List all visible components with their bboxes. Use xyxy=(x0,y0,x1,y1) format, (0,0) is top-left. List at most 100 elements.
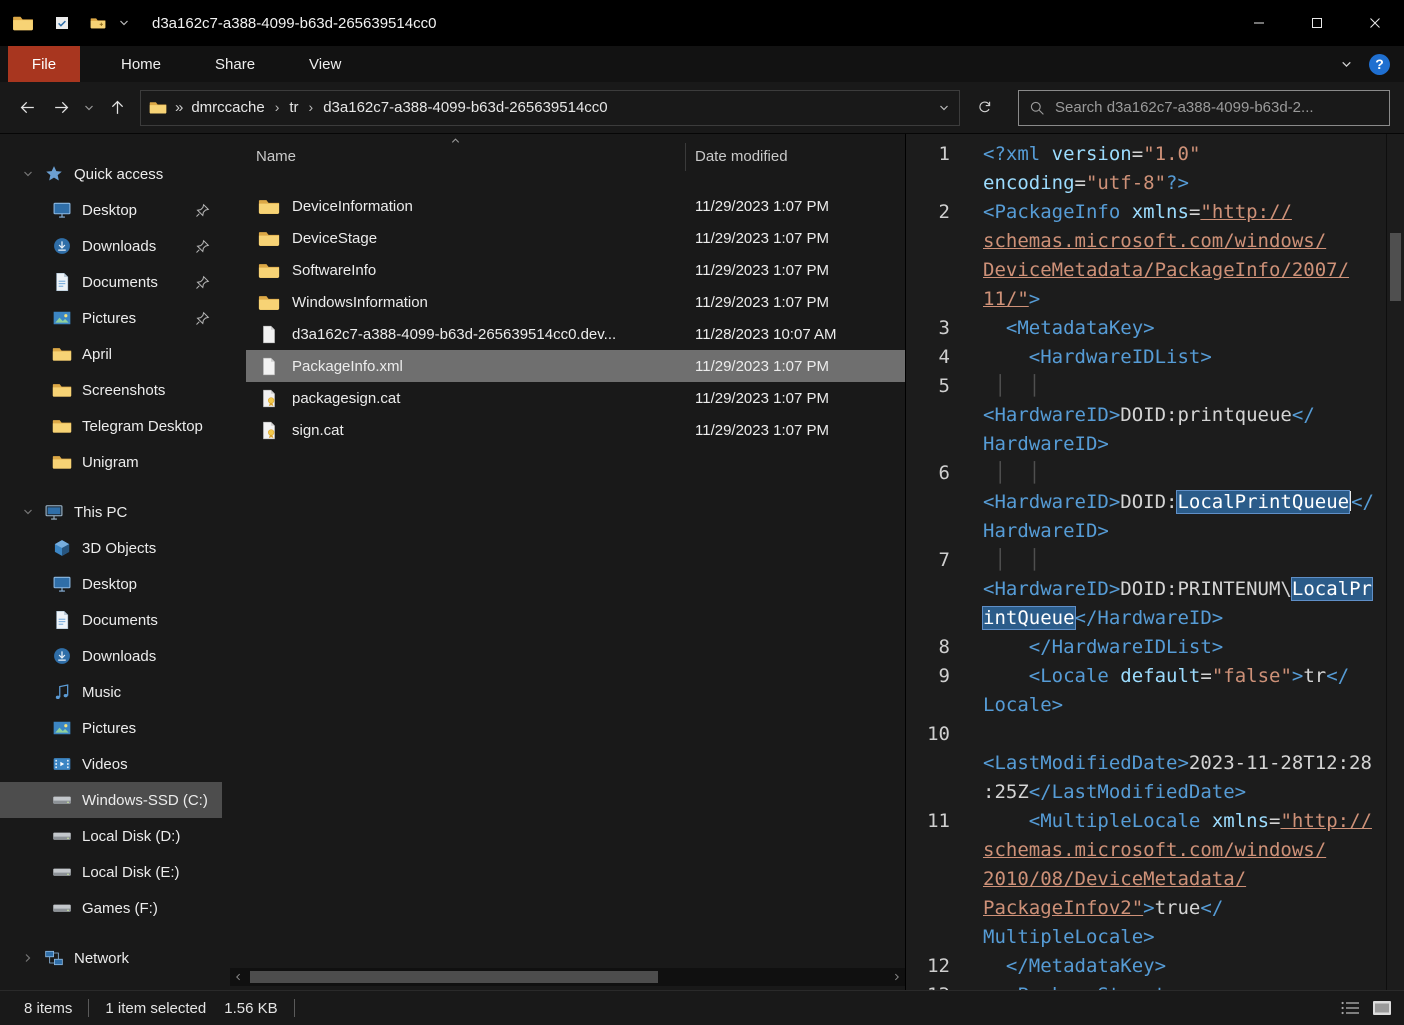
line-number: 2 xyxy=(906,198,950,227)
sidebar-item-pictures[interactable]: Pictures xyxy=(0,300,222,336)
minimize-button[interactable] xyxy=(1230,0,1288,46)
address-bar[interactable]: » dmrccache›tr›d3a162c7-a388-4099-b63d-2… xyxy=(140,90,960,126)
column-header-date[interactable]: Date modified xyxy=(695,148,788,165)
refresh-icon xyxy=(976,99,993,116)
sidebar-item-videos[interactable]: Videos xyxy=(0,746,222,782)
ribbon-tab-home[interactable]: Home xyxy=(94,46,188,82)
file-row-softwareinfo[interactable]: SoftwareInfo11/29/2023 1:07 PM xyxy=(246,254,905,286)
breadcrumb-segment-tr[interactable]: tr xyxy=(289,99,298,116)
sidebar-item-local-disk-e[interactable]: Local Disk (E:) xyxy=(0,854,222,890)
network-icon xyxy=(44,948,64,968)
search-box[interactable] xyxy=(1018,90,1390,126)
file-row-packageinfo-xml[interactable]: PackageInfo.xml11/29/2023 1:07 PM xyxy=(246,350,905,382)
close-button[interactable] xyxy=(1346,0,1404,46)
sidebar-section-quick-access: Quick accessDesktopDownloadsDocumentsPic… xyxy=(0,156,222,480)
desktop-icon xyxy=(52,574,72,594)
sidebar-item-documents[interactable]: Documents xyxy=(0,264,222,300)
explorer-window: d3a162c7-a388-4099-b63d-265639514cc0 Fil… xyxy=(0,0,1404,1025)
vscroll-thumb[interactable] xyxy=(1390,233,1401,301)
code-line-9: 9 <Locale default="false">tr</​Locale> xyxy=(906,662,1386,720)
hscroll-thumb[interactable] xyxy=(250,971,658,983)
thumbnails-view-icon xyxy=(1372,1000,1392,1016)
sidebar-item-label: Games (F:) xyxy=(82,900,158,917)
maximize-icon xyxy=(1311,17,1323,29)
sidebar-item-documents[interactable]: Documents xyxy=(0,602,222,638)
file-row-sign-cat[interactable]: sign.cat11/29/2023 1:07 PM xyxy=(246,414,905,446)
sidebar-item-april[interactable]: April xyxy=(0,336,222,372)
refresh-button[interactable] xyxy=(964,90,1004,126)
maximize-button[interactable] xyxy=(1288,0,1346,46)
sidebar-item-screenshots[interactable]: Screenshots xyxy=(0,372,222,408)
xml-code: 1<?xml version="1.0" encoding="utf-⁠8"?>… xyxy=(906,140,1386,990)
sidebar-item-telegram-desktop[interactable]: Telegram Desktop xyxy=(0,408,222,444)
sidebar-item-windows-ssd-c[interactable]: Windows-SSD (C:) xyxy=(0,782,222,818)
file-row-d3a162c7-a388-4099-b63d-265639514cc0-dev[interactable]: d3a162c7-a388-4099-b63d-265639514cc0.dev… xyxy=(246,318,905,350)
folder-icon xyxy=(52,452,72,472)
sidebar-item-this-pc[interactable]: This PC xyxy=(0,494,222,530)
ribbon: File HomeShareView ? xyxy=(0,46,1404,82)
breadcrumb-segment-d3a162c7-a388-4099-b63d-265639514cc0[interactable]: d3a162c7-a388-4099-b63d-265639514cc0 xyxy=(323,99,607,116)
code-text: <PackageInfo xmlns="http:/​/​schemas.mic… xyxy=(983,198,1377,314)
documents-icon xyxy=(52,272,72,292)
file-date-modified: 11/29/2023 1:07 PM xyxy=(695,294,829,311)
file-row-devicestage[interactable]: DeviceStage11/29/2023 1:07 PM xyxy=(246,222,905,254)
sidebar-item-pictures[interactable]: Pictures xyxy=(0,710,222,746)
sidebar-item-downloads[interactable]: Downloads xyxy=(0,638,222,674)
file-icon xyxy=(258,325,280,344)
column-divider[interactable] xyxy=(685,143,686,171)
qat-customize-icon[interactable] xyxy=(118,17,130,29)
breadcrumb-overflow[interactable]: » xyxy=(167,99,191,116)
address-folder-icon xyxy=(149,100,167,115)
sidebar-item-unigram[interactable]: Unigram xyxy=(0,444,222,480)
column-header-name[interactable]: Name xyxy=(256,148,296,165)
cat-icon xyxy=(258,389,280,408)
sidebar-item-downloads[interactable]: Downloads xyxy=(0,228,222,264)
up-arrow-icon xyxy=(108,98,127,117)
sidebar-item-quick-access[interactable]: Quick access xyxy=(0,156,222,192)
file-row-windowsinformation[interactable]: WindowsInformation11/29/2023 1:07 PM xyxy=(246,286,905,318)
qat-properties-icon[interactable] xyxy=(54,15,70,31)
sidebar-item-local-disk-d[interactable]: Local Disk (D:) xyxy=(0,818,222,854)
sidebar-item-label: Desktop xyxy=(82,576,137,593)
horizontal-scrollbar[interactable] xyxy=(230,968,905,986)
scroll-left-button[interactable] xyxy=(230,968,246,986)
ribbon-tab-share[interactable]: Share xyxy=(188,46,282,82)
file-date-modified: 11/29/2023 1:07 PM xyxy=(695,422,829,439)
breadcrumb-segment-dmrccache[interactable]: dmrccache xyxy=(191,99,264,116)
line-number: 7 xyxy=(906,546,950,575)
hscroll-track[interactable] xyxy=(246,968,889,986)
recent-locations-button[interactable] xyxy=(78,91,100,125)
sidebar-item-music[interactable]: Music xyxy=(0,674,222,710)
status-divider xyxy=(88,999,89,1017)
chevron-down-icon[interactable] xyxy=(22,168,34,180)
sidebar-item-games-f[interactable]: Games (F:) xyxy=(0,890,222,926)
line-number: 9 xyxy=(906,662,950,691)
file-row-deviceinformation[interactable]: DeviceInformation11/29/2023 1:07 PM xyxy=(246,190,905,222)
qat-new-folder-icon[interactable] xyxy=(90,15,106,31)
file-row-packagesign-cat[interactable]: packagesign.cat11/29/2023 1:07 PM xyxy=(246,382,905,414)
sidebar-item-3d-objects[interactable]: 3D Objects xyxy=(0,530,222,566)
sidebar-item-network[interactable]: Network xyxy=(0,940,222,976)
search-input[interactable] xyxy=(1055,99,1379,116)
file-name: WindowsInformation xyxy=(292,294,692,311)
forward-button[interactable] xyxy=(44,91,78,125)
ribbon-file-tab[interactable]: File xyxy=(8,46,80,82)
view-thumbnails-button[interactable] xyxy=(1366,995,1398,1022)
search-icon xyxy=(1029,100,1045,116)
vertical-scrollbar[interactable] xyxy=(1386,134,1404,990)
sidebar-item-desktop[interactable]: Desktop xyxy=(0,192,222,228)
help-button[interactable]: ? xyxy=(1369,54,1390,75)
back-button[interactable] xyxy=(10,91,44,125)
view-details-button[interactable] xyxy=(1334,995,1366,1022)
sidebar-item-desktop[interactable]: Desktop xyxy=(0,566,222,602)
pin-icon xyxy=(195,239,210,254)
chevron-down-icon[interactable] xyxy=(22,506,34,518)
ribbon-expand-icon[interactable] xyxy=(1340,58,1353,71)
breadcrumb: dmrccache›tr›d3a162c7-a388-4099-b63d-265… xyxy=(191,99,607,116)
up-button[interactable] xyxy=(100,91,134,125)
folder-icon xyxy=(258,261,280,280)
scroll-right-button[interactable] xyxy=(889,968,905,986)
address-dropdown-button[interactable] xyxy=(929,91,959,125)
ribbon-tab-view[interactable]: View xyxy=(282,46,368,82)
chevron-right-icon[interactable] xyxy=(22,952,34,964)
